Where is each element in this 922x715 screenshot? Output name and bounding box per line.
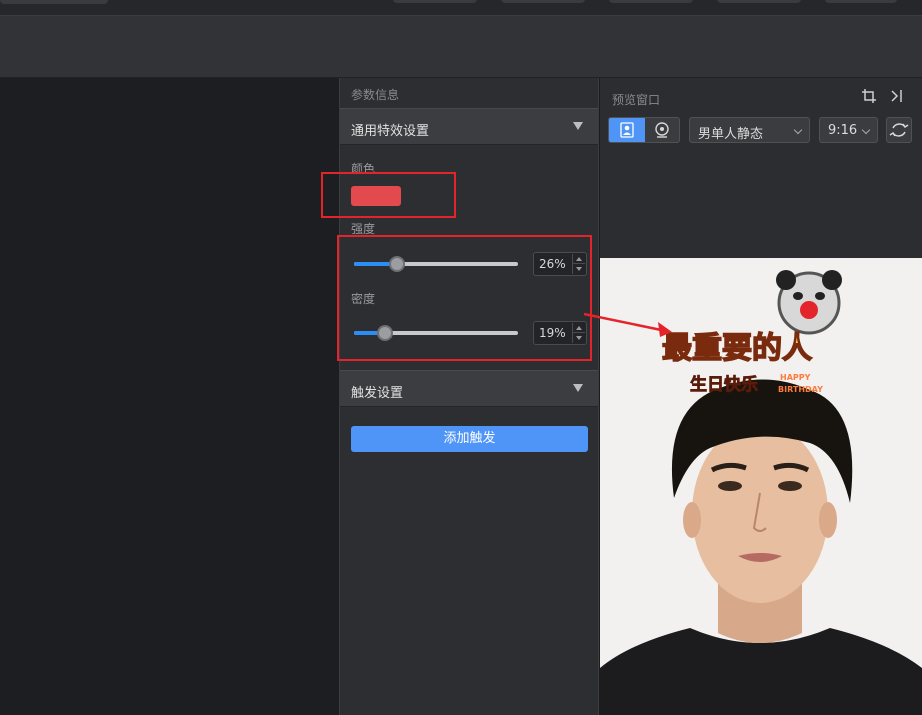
webcam-icon[interactable] [645, 118, 679, 142]
effect-text-main: 最重要的人 [662, 331, 812, 366]
annotation-box-sliders [337, 235, 592, 361]
crop-icon[interactable] [862, 89, 876, 107]
preview-title: 预览窗口 [612, 93, 661, 107]
preview-panel: 预览窗口 男单人静态 9:16 最重要的人 生日快乐 HAPPY BIRTHDA… [600, 78, 922, 715]
refresh-icon[interactable] [886, 117, 912, 143]
effect-sticker [776, 270, 842, 335]
params-title: 参数信息 [351, 88, 400, 102]
top-bar [0, 0, 922, 16]
general-effects-header[interactable]: 通用特效设置 [340, 108, 598, 145]
top-button-2[interactable] [501, 0, 585, 3]
ratio-select[interactable]: 9:16 [819, 117, 878, 143]
annotation-box-color [321, 172, 456, 218]
trigger-settings-label: 触发设置 [351, 386, 404, 401]
top-button-4[interactable] [717, 0, 801, 3]
model-select[interactable]: 男单人静态 [689, 117, 810, 143]
effect-text-sub: 生日快乐 [690, 374, 758, 395]
general-effects-label: 通用特效设置 [351, 124, 430, 139]
collapse-right-icon[interactable] [890, 89, 904, 107]
top-tab[interactable] [0, 0, 108, 4]
top-button-1[interactable] [393, 0, 477, 3]
top-button-3[interactable] [609, 0, 693, 3]
workspace-area [0, 78, 339, 715]
ratio-select-value: 9:16 [828, 123, 858, 138]
top-button-5[interactable] [825, 0, 897, 3]
caret-down-icon [573, 122, 583, 130]
caret-down-icon [573, 384, 583, 392]
add-trigger-button[interactable]: 添加触发 [351, 426, 588, 452]
effect-text-happy: HAPPY [780, 373, 811, 382]
portrait-icon[interactable] [609, 118, 645, 142]
source-toggle [608, 117, 680, 143]
chevron-down-icon [793, 125, 803, 135]
chevron-down-icon [861, 125, 871, 135]
toolbar [0, 16, 922, 78]
preview-toolbar: 男单人静态 9:16 [600, 108, 922, 148]
preview-image: 最重要的人 生日快乐 HAPPY BIRTHDAY [600, 258, 922, 715]
trigger-settings-header[interactable]: 触发设置 [340, 370, 598, 407]
model-select-value: 男单人静态 [698, 127, 764, 142]
portrait-illustration: 最重要的人 生日快乐 HAPPY BIRTHDAY [600, 258, 922, 715]
effect-text-birthday: BIRTHDAY [778, 385, 823, 394]
